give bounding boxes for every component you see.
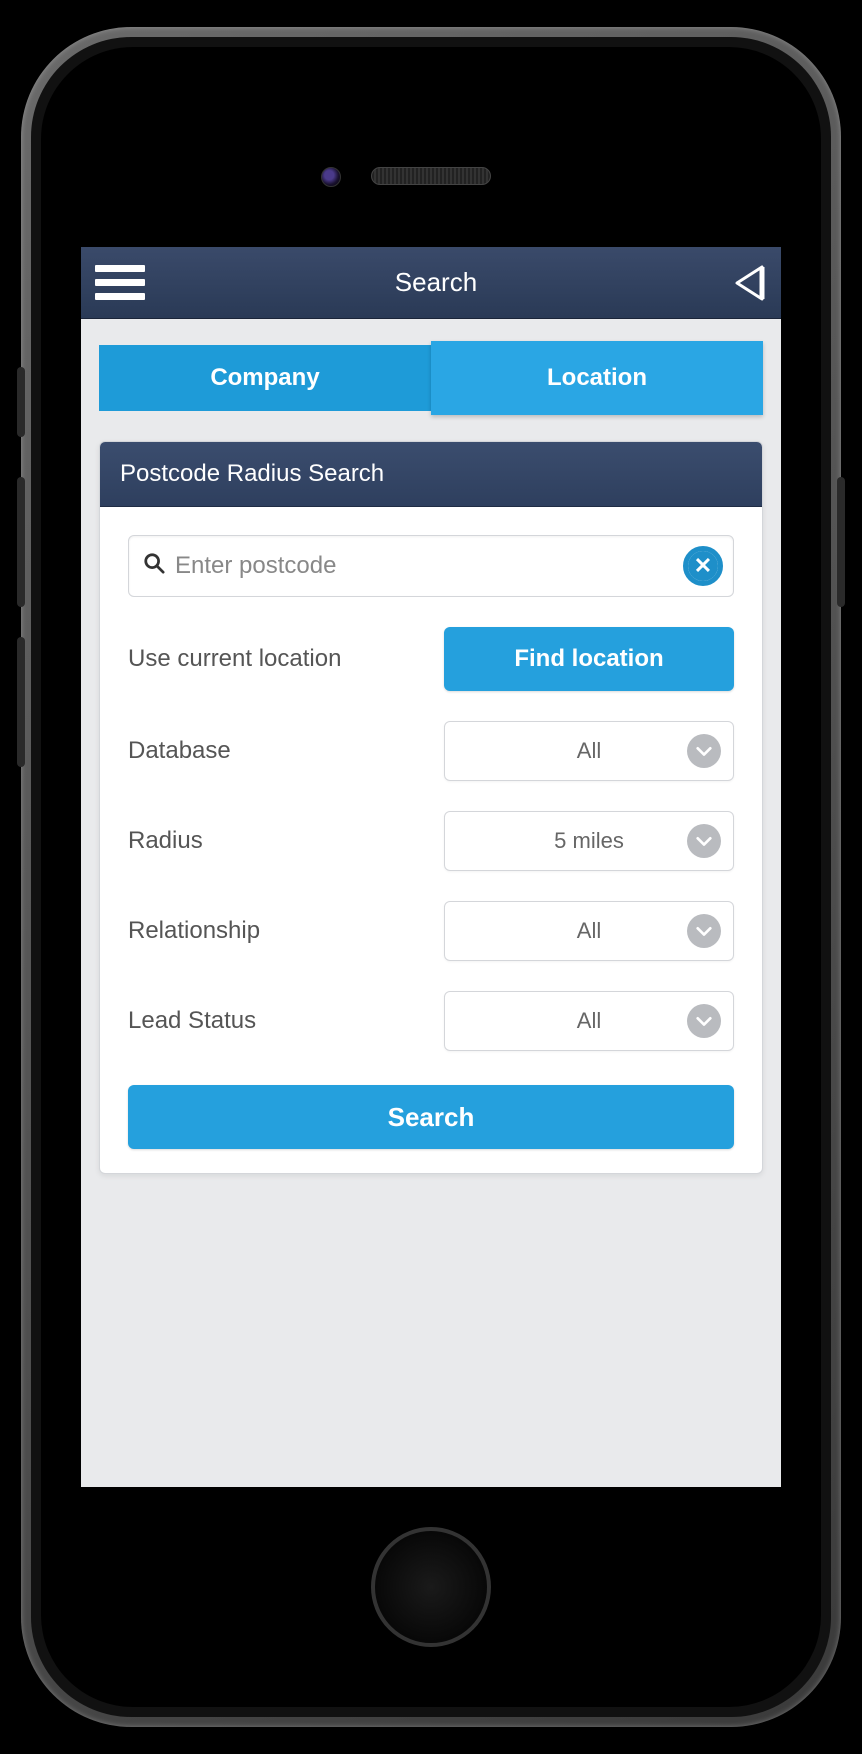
select-value: All <box>577 738 601 764</box>
content-area: Company Location Postcode Radius Search <box>81 319 781 1200</box>
use-location-label: Use current location <box>128 645 341 673</box>
tab-company[interactable]: Company <box>99 345 431 411</box>
database-label: Database <box>128 737 231 765</box>
tab-location[interactable]: Location <box>431 341 763 415</box>
app-screen: Search Company Location <box>81 247 781 1487</box>
select-value: All <box>577 918 601 944</box>
tab-bar: Company Location <box>99 345 763 411</box>
select-value: All <box>577 1008 601 1034</box>
card-title: Postcode Radius Search <box>100 442 762 507</box>
clear-icon[interactable]: ✕ <box>683 546 723 586</box>
phone-volume-down <box>17 637 25 767</box>
search-icon <box>143 552 165 580</box>
page-title: Search <box>395 267 477 298</box>
chevron-down-icon <box>687 914 721 948</box>
postcode-input-row: ✕ <box>128 535 734 597</box>
chevron-down-icon <box>687 734 721 768</box>
radius-label: Radius <box>128 827 203 855</box>
radius-select[interactable]: 5 miles <box>444 811 734 871</box>
tab-label: Location <box>547 364 647 392</box>
select-value: 5 miles <box>554 828 624 854</box>
phone-power-button <box>837 477 845 607</box>
chevron-down-icon <box>687 824 721 858</box>
back-icon[interactable] <box>727 263 767 303</box>
app-header: Search <box>81 247 781 319</box>
lead-status-label: Lead Status <box>128 1007 256 1035</box>
chevron-down-icon <box>687 1004 721 1038</box>
phone-home-button[interactable] <box>371 1527 491 1647</box>
phone-mute-switch <box>17 367 25 437</box>
find-location-button[interactable]: Find location <box>444 627 734 691</box>
phone-camera <box>321 167 341 187</box>
menu-icon[interactable] <box>95 263 145 303</box>
phone-earpiece <box>371 167 491 185</box>
postcode-input[interactable] <box>175 552 683 580</box>
lead-status-select[interactable]: All <box>444 991 734 1051</box>
search-card: Postcode Radius Search ✕ Use current l <box>99 441 763 1174</box>
database-select[interactable]: All <box>444 721 734 781</box>
search-button[interactable]: Search <box>128 1085 734 1149</box>
phone-frame: Search Company Location <box>21 27 841 1727</box>
tab-label: Company <box>210 364 319 392</box>
relationship-select[interactable]: All <box>444 901 734 961</box>
relationship-label: Relationship <box>128 917 260 945</box>
phone-volume-up <box>17 477 25 607</box>
